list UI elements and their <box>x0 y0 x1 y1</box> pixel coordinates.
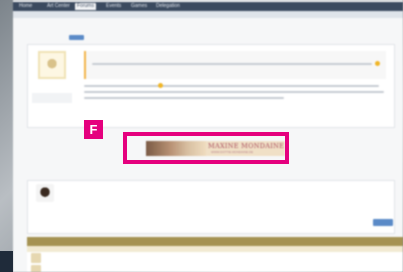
avatar <box>31 265 41 272</box>
nav-tab-forums[interactable]: Forums <box>75 3 96 10</box>
thread-status-badge <box>69 35 84 40</box>
nav-tab-home[interactable]: Home <box>19 3 32 10</box>
smile-icon <box>158 83 163 88</box>
smile-icon <box>375 61 380 66</box>
avatar <box>31 253 41 263</box>
nav-tab-events[interactable]: Events <box>106 3 121 10</box>
nav-tab-delegation[interactable]: Delegation <box>156 3 180 10</box>
highlight-box <box>123 132 289 164</box>
table-row[interactable] <box>27 264 403 272</box>
quoted-message <box>84 51 386 79</box>
similar-threads-header <box>27 237 403 246</box>
nav-tab-games[interactable]: Games <box>131 3 147 10</box>
avatar <box>36 184 54 202</box>
avatar[interactable] <box>38 51 66 79</box>
side-panel-edge <box>0 251 13 272</box>
top-navigation: Home Art Center Forums Events Games Dele… <box>13 2 403 11</box>
post-reply-button[interactable] <box>373 219 393 226</box>
sub-navigation <box>13 11 403 18</box>
callout-label: F <box>84 120 103 139</box>
user-info <box>32 93 72 103</box>
reply-editor[interactable] <box>27 180 395 234</box>
nav-tab-art-center[interactable]: Art Center <box>47 3 70 10</box>
forum-post <box>27 44 395 128</box>
